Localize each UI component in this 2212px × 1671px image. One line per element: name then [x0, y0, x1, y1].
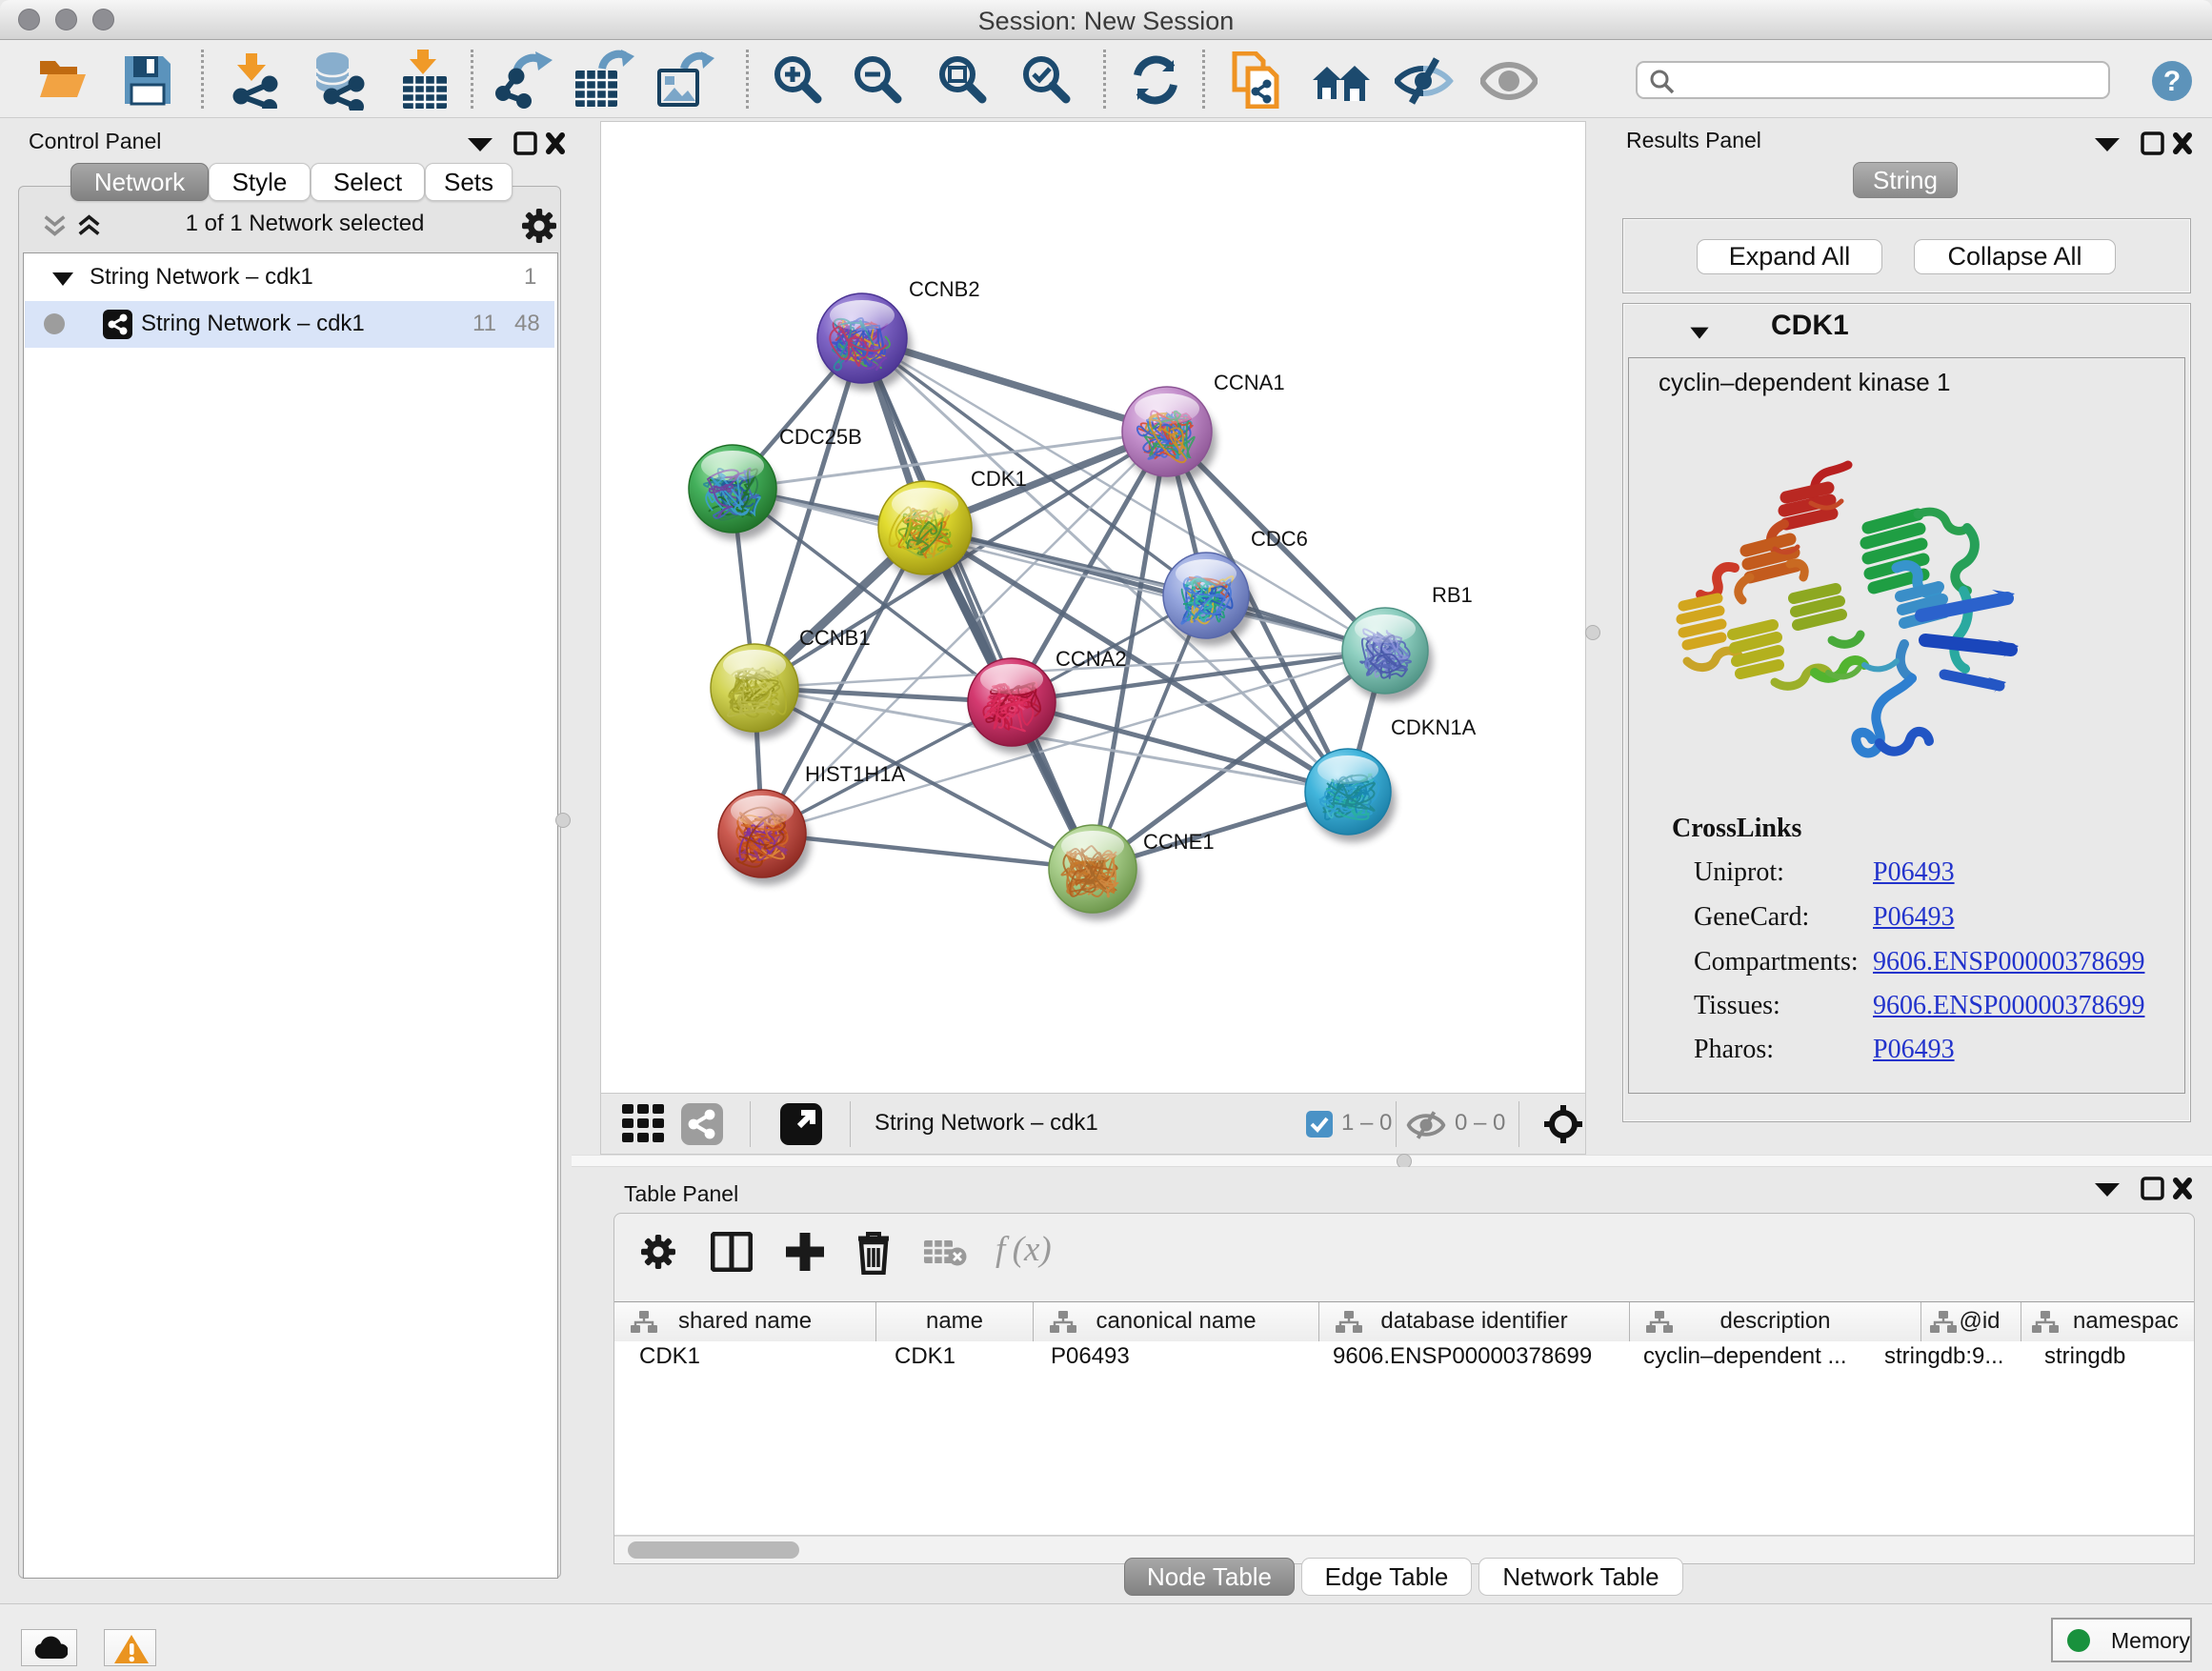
svg-text:CDKN1A: CDKN1A — [1391, 715, 1477, 739]
svg-text:CDC6: CDC6 — [1251, 527, 1308, 551]
svg-text:CCNA2: CCNA2 — [1056, 647, 1127, 671]
svg-text:CCNA1: CCNA1 — [1214, 371, 1285, 394]
svg-text:?: ? — [2163, 66, 2181, 97]
svg-text:RB1: RB1 — [1432, 583, 1473, 607]
svg-text:CCNB1: CCNB1 — [799, 626, 871, 650]
svg-text:CDC25B: CDC25B — [779, 425, 862, 449]
svg-text:CCNE1: CCNE1 — [1143, 830, 1215, 854]
svg-text:HIST1H1A: HIST1H1A — [805, 762, 905, 786]
svg-text:CCNB2: CCNB2 — [909, 277, 980, 301]
svg-text:CDK1: CDK1 — [971, 467, 1027, 491]
